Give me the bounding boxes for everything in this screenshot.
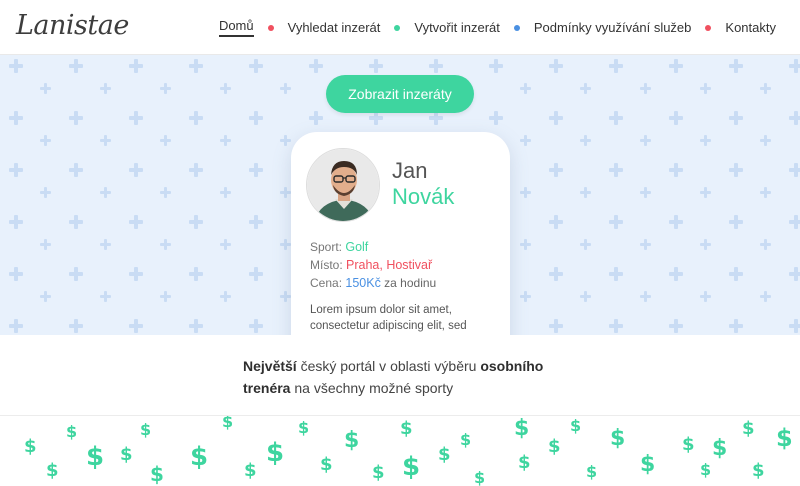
- nav-item-contacts[interactable]: Kontakty: [725, 20, 776, 35]
- trainer-info: Sport: Golf Místo: Praha, Hostivař Cena:…: [310, 238, 436, 292]
- trainer-description: Lorem ipsum dolor sit amet, consectetur …: [310, 304, 467, 332]
- dollar-icon: $: [640, 452, 656, 477]
- nav-item-search[interactable]: Vyhledat inzerát: [288, 20, 381, 35]
- dollar-icon: $: [776, 424, 793, 452]
- dollar-icon: $: [514, 416, 530, 441]
- trainer-last-name: Novák: [392, 184, 455, 209]
- tagline-text: Největší český portál v oblasti výběru o…: [243, 355, 573, 399]
- dollar-icon: $: [120, 444, 133, 465]
- trainer-first-name: Jan: [392, 158, 428, 183]
- dollar-icon: $: [712, 436, 728, 461]
- dollar-icon: $: [150, 462, 164, 486]
- dollar-icon: $: [320, 454, 333, 475]
- dollar-icon: $: [700, 460, 712, 479]
- price-value: 150Kč: [345, 276, 381, 290]
- nav-item-home[interactable]: Domů: [218, 18, 254, 37]
- sport-value: Golf: [345, 240, 369, 254]
- nav-dot: [267, 24, 274, 31]
- place-row: Místo: Praha, Hostivař: [310, 256, 436, 274]
- dollar-icon: $: [24, 436, 37, 457]
- price-label: Cena:: [310, 276, 343, 290]
- main-nav: Domů Vyhledat inzerát Vytvořit inzerát P…: [218, 18, 776, 37]
- dollar-icon: $: [610, 426, 626, 451]
- trainer-avatar: [306, 148, 380, 222]
- dollar-icon: $: [400, 418, 413, 439]
- place-label: Místo:: [310, 258, 343, 272]
- dollar-icon: $: [86, 442, 105, 472]
- nav-dot: [705, 24, 712, 31]
- dollar-icon: $: [752, 460, 765, 481]
- dollar-icon: $: [244, 460, 257, 481]
- tagline-bold-1: Největší: [243, 358, 297, 374]
- dollar-icon: $: [438, 444, 451, 465]
- dollar-icon: $: [682, 434, 695, 455]
- tagline-text-2: český portál v oblasti výběru: [296, 358, 481, 374]
- dollar-pattern-background: $ $ $ $ $ $ $ $ $ $ $ $ $ $ $ $ $ $ $ $ …: [0, 416, 800, 486]
- dollar-icon: $: [222, 416, 234, 431]
- nav-dot: [513, 24, 520, 31]
- dollar-icon: $: [298, 418, 310, 437]
- dollar-icon: $: [570, 416, 582, 435]
- sport-label: Sport:: [310, 240, 343, 254]
- dollar-icon: $: [460, 430, 472, 449]
- dollar-icon: $: [474, 468, 486, 486]
- person-photo-icon: [307, 149, 379, 221]
- dollar-icon: $: [344, 428, 360, 453]
- dollar-icon: $: [46, 460, 59, 481]
- dollar-icon: $: [372, 462, 385, 483]
- tagline-section: Největší český portál v oblasti výběru o…: [0, 335, 800, 416]
- site-logo[interactable]: Lanistae: [16, 10, 129, 41]
- price-unit: za hodinu: [384, 276, 437, 290]
- nav-item-create[interactable]: Vytvořit inzerát: [414, 20, 500, 35]
- show-listings-button[interactable]: Zobrazit inzeráty: [326, 75, 474, 113]
- nav-dot: [394, 24, 401, 31]
- dollar-icon: $: [402, 452, 421, 482]
- dollar-icon: $: [140, 420, 152, 439]
- sport-row: Sport: Golf: [310, 238, 436, 256]
- dollar-icon: $: [266, 438, 285, 468]
- dollar-icon: $: [548, 436, 561, 457]
- tagline-text-4: na všechny možné sporty: [290, 380, 454, 396]
- dollar-icon: $: [66, 422, 78, 441]
- dollar-icon: $: [742, 418, 755, 439]
- site-header: Lanistae Domů Vyhledat inzerát Vytvořit …: [0, 0, 800, 55]
- price-row: Cena: 150Kč za hodinu: [310, 274, 436, 292]
- dollar-icon: $: [586, 462, 598, 481]
- place-value: Praha, Hostivař: [346, 258, 433, 272]
- nav-item-terms[interactable]: Podmínky využívání služeb: [534, 20, 692, 35]
- dollar-icon: $: [518, 452, 531, 473]
- dollar-icon: $: [190, 442, 209, 472]
